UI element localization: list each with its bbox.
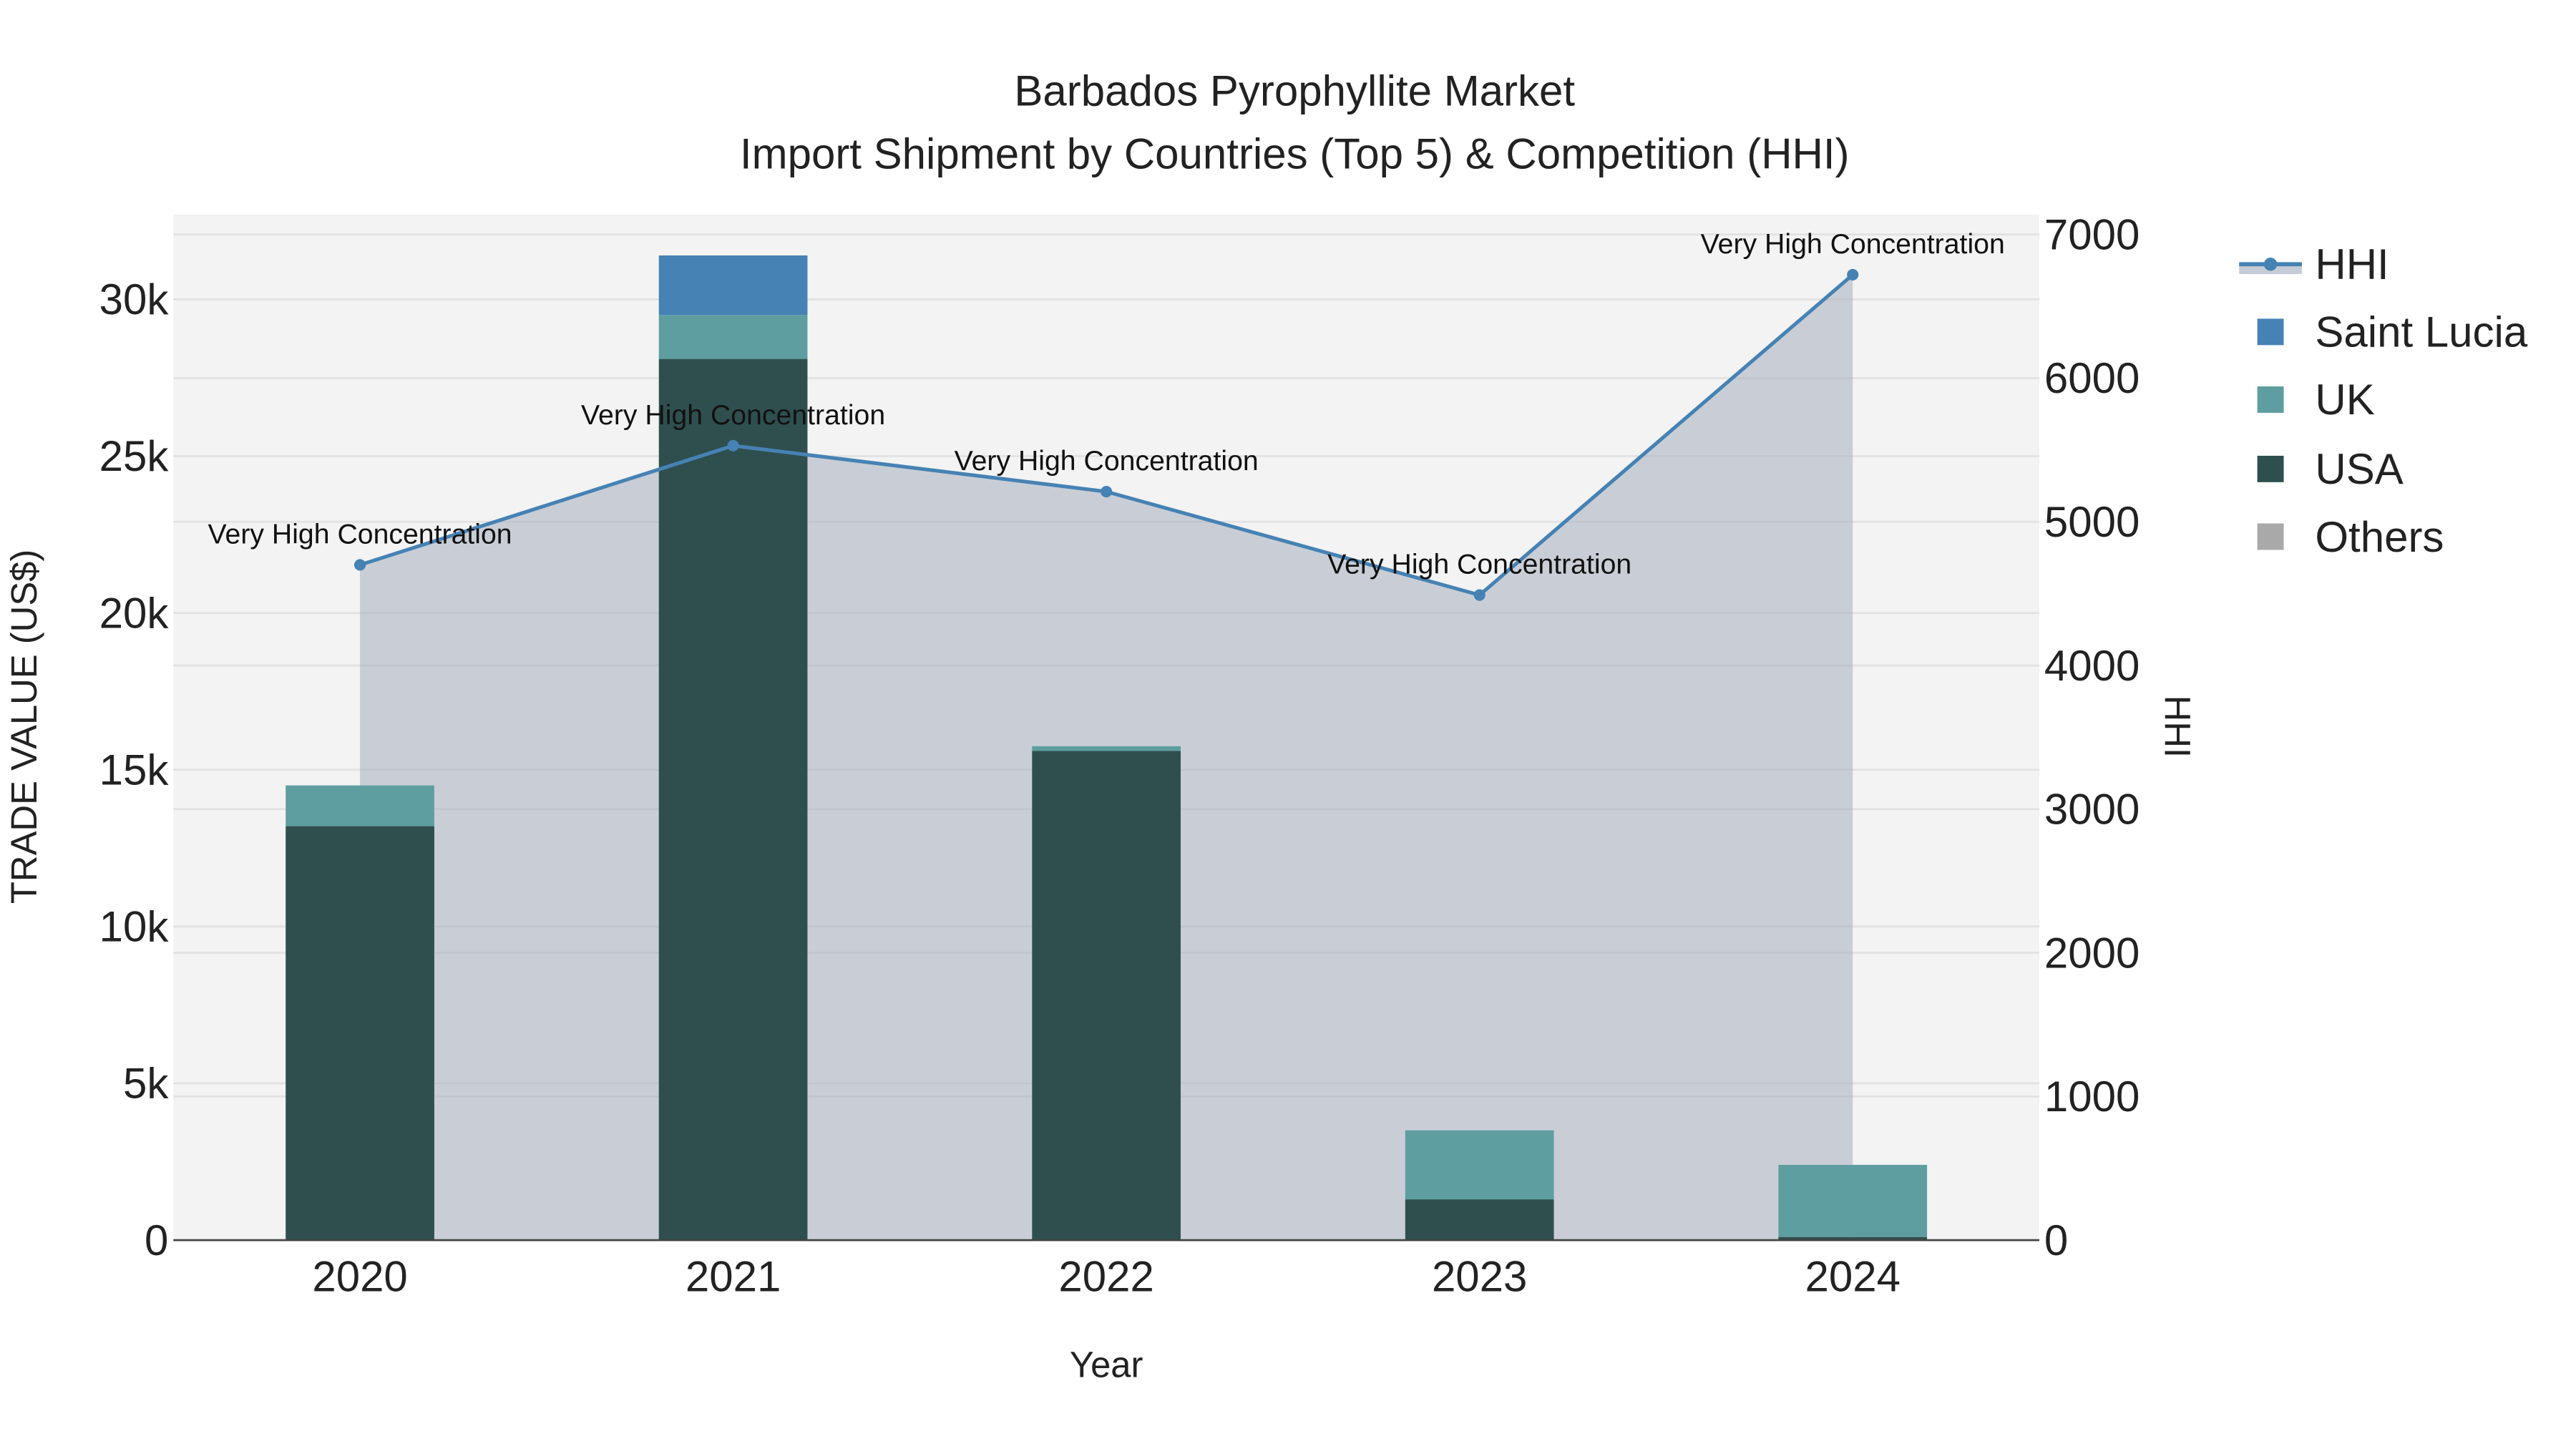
legend-label: USA [2315, 445, 2403, 493]
bar-uk [1032, 746, 1181, 751]
y2-tick-label: 1000 [2044, 1073, 2140, 1121]
x-tick-label: 2022 [1058, 1253, 1153, 1301]
y-tick-label: 25k [99, 432, 170, 480]
y-tick-label: 10k [99, 903, 170, 951]
legend-swatch-usa [2257, 455, 2284, 482]
legend-label: Others [2315, 513, 2444, 561]
y2-tick-label: 2000 [2044, 929, 2140, 977]
legend-swatch-others [2257, 523, 2284, 550]
bar-uk [1778, 1164, 1928, 1237]
x-tick-label: 2023 [1432, 1253, 1527, 1301]
hhi-annotation: Very High Concentration [581, 399, 885, 431]
y2-tick-label: 6000 [2044, 354, 2140, 402]
bar-uk [658, 315, 808, 359]
y-tick-label: 30k [99, 275, 170, 323]
hhi-point [354, 559, 366, 571]
bar-usa [658, 358, 808, 1241]
x-axis-title: Year [1070, 1345, 1143, 1385]
legend-swatch-uk [2257, 386, 2284, 413]
y-tick-label: 20k [99, 589, 170, 637]
legend-label: HHI [2315, 240, 2389, 288]
chart-subtitle: Import Shipment by Countries (Top 5) & C… [740, 130, 1850, 177]
y2-tick-label: 4000 [2044, 642, 2140, 690]
bar-uk [286, 785, 434, 826]
y-tick-label: 15k [99, 746, 170, 794]
y2-tick-label: 3000 [2044, 786, 2140, 834]
legend-hhi-marker-icon [2263, 258, 2278, 271]
hhi-annotation: Very High Concentration [1327, 549, 1631, 580]
chart-title: Barbados Pyrophyllite Market [1014, 67, 1575, 115]
legend-label: UK [2315, 376, 2374, 424]
x-tick-label: 2021 [686, 1253, 781, 1301]
y2-axis-title: HHI [2157, 696, 2197, 758]
y-axis-title: TRADE VALUE (US$) [4, 550, 44, 904]
hhi-point [727, 439, 739, 452]
hhi-annotation: Very High Concentration [1701, 228, 2005, 260]
y2-tick-label: 0 [2044, 1216, 2068, 1264]
hhi-point [1847, 268, 1859, 280]
legend-label: Saint Lucia [2315, 308, 2527, 356]
hhi-point [1101, 485, 1113, 498]
bar-usa [1032, 751, 1181, 1241]
y2-tick-label: 5000 [2044, 498, 2140, 546]
y2-tick-label: 7000 [2044, 210, 2140, 258]
y-tick-label: 5k [123, 1060, 169, 1108]
bar-usa [286, 826, 434, 1241]
x-tick-label: 2024 [1805, 1253, 1900, 1301]
hhi-annotation: Very High Concentration [208, 518, 512, 550]
hhi-annotation: Very High Concentration [955, 445, 1259, 477]
y-tick-label: 0 [145, 1216, 168, 1264]
chart: Barbados Pyrophyllite Market Import Ship… [4, 67, 2528, 1385]
hhi-point [1473, 589, 1485, 601]
bar-uk [1405, 1130, 1554, 1200]
bar-usa [1405, 1199, 1554, 1241]
legend: HHI Saint Lucia UK USA Others [2239, 240, 2528, 561]
x-tick-label: 2020 [312, 1253, 407, 1301]
legend-swatch-saint-lucia [2257, 318, 2284, 346]
bar-saint-lucia [658, 255, 808, 316]
